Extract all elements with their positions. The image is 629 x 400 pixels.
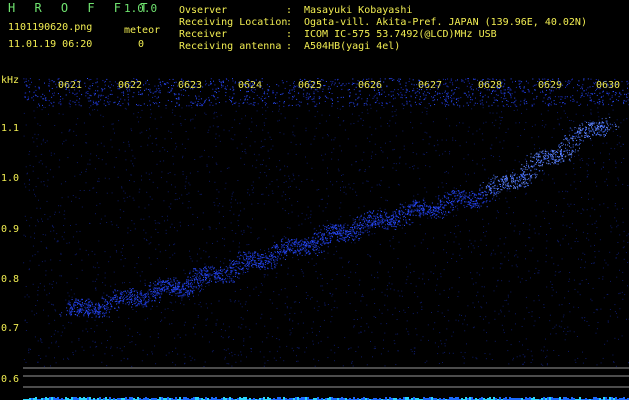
- spectrogram-canvas: [23, 78, 629, 400]
- y-tick-label: 1.1: [1, 123, 20, 134]
- y-tick-label: 0.8: [1, 274, 20, 285]
- info-colon: :: [286, 17, 293, 28]
- info-colon: :: [286, 41, 293, 52]
- info-colon: :: [286, 29, 293, 40]
- datetime: 11.01.19 06:20: [8, 39, 93, 50]
- info-colon: :: [286, 5, 293, 16]
- y-tick-label: 0.9: [1, 224, 20, 235]
- header-panel: H R O F F T 1.0.0 1101190620.png meteor …: [0, 0, 629, 78]
- y-tick-label: 0.6: [1, 374, 20, 385]
- info-key-receiver: Receiver: [179, 29, 228, 40]
- y-tick-label: 1.0: [1, 173, 20, 184]
- app-version: 1.0.0: [124, 2, 158, 15]
- info-key-observer: Ovserver: [179, 5, 228, 16]
- meteor-label: meteor: [124, 25, 161, 36]
- info-value-location: Ogata-vill. Akita-Pref. JAPAN (139.96E, …: [304, 17, 587, 28]
- info-value-observer: Masayuki Kobayashi: [304, 5, 413, 16]
- meteor-count: 0: [138, 39, 145, 50]
- noise-band: [23, 78, 629, 367]
- info-value-receiver: ICOM IC-575 53.7492(@LCD)MHz USB: [304, 29, 497, 40]
- signal-trace: [59, 116, 620, 318]
- info-key-antenna: Receiving antenna: [179, 41, 282, 52]
- y-tick-label: 0.7: [1, 323, 20, 334]
- file-name: 1101190620.png: [8, 22, 93, 33]
- spectrogram-plot: [23, 78, 629, 400]
- info-key-location: Receiving Location: [179, 17, 288, 28]
- y-axis-unit: kHz: [1, 75, 20, 86]
- info-value-antenna: A504HB(yagi 4el): [304, 41, 401, 52]
